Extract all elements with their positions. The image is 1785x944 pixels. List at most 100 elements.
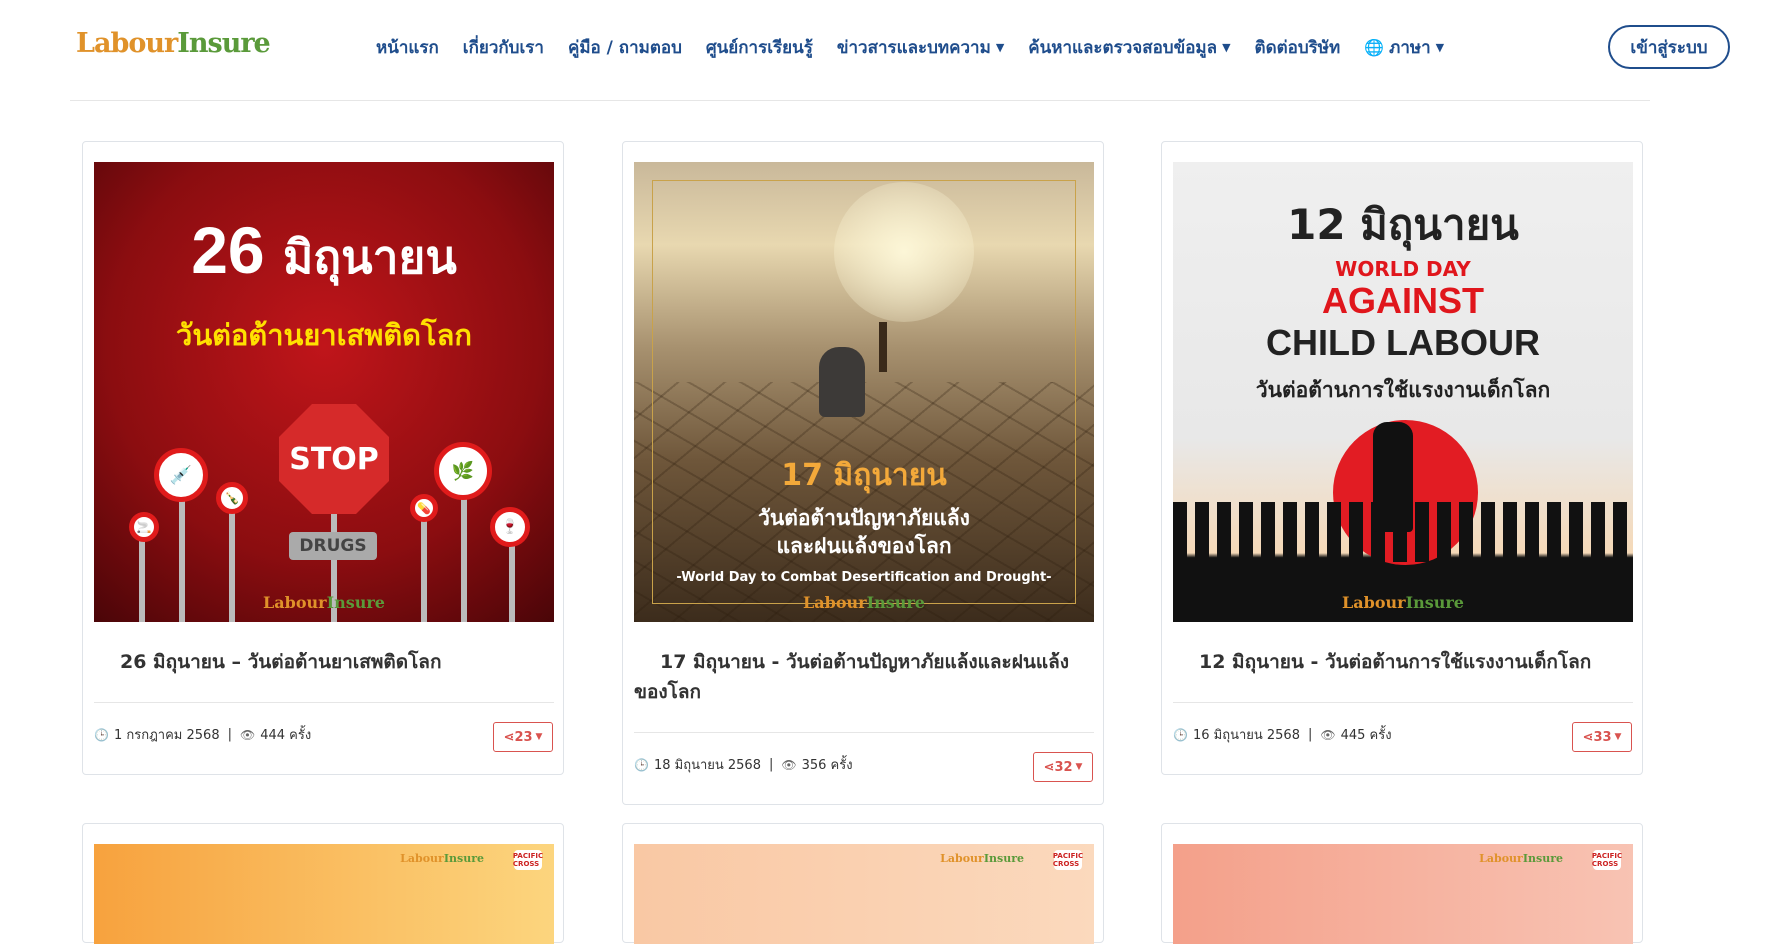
poster-line2: และฝนแล้งของโลก (776, 534, 952, 558)
menu-manual-label: คู่มือ / ถามตอบ (567, 38, 682, 58)
share-button[interactable]: ⋖ 33 ▼ (1572, 722, 1632, 752)
article-date: 18 มิถุนายน 2568 (653, 758, 761, 773)
article-image[interactable]: 12 มิถุนายน WORLD DAY AGAINST CHILD LABO… (1173, 162, 1633, 622)
poster-watermark: LabourInsure (400, 852, 484, 865)
poster-line1: WORLD DAY (1335, 257, 1471, 281)
no-alcohol-icon: 🍾 (216, 482, 248, 514)
menu-contact-label: ติดต่อบริษัท (1254, 38, 1341, 58)
article-title[interactable]: 26 มิถุนายน – วันต่อต้านยาเสพติดโลก (94, 647, 554, 677)
share-icon: ⋖ (1582, 729, 1594, 745)
partner-logo: PACIFIC CROSS (512, 850, 544, 870)
no-syringe-icon: 💉 (154, 448, 208, 502)
share-button[interactable]: ⋖ 23 ▼ (493, 722, 553, 752)
article-image[interactable]: 17 มิถุนายน วันต่อต้านปัญหาภัยแล้ง และฝน… (634, 162, 1094, 622)
article-card[interactable]: 26 มิถุนายน วันต่อต้านยาเสพติดโลก STOP D… (82, 141, 564, 775)
top-navigation: LabourInsure หน้าแรก เกี่ยวกับเรา คู่มือ… (0, 0, 1785, 100)
poster-month: มิถุนายน (282, 231, 457, 283)
poster-watermark: LabourInsure (1479, 852, 1563, 865)
no-smoking-icon: 🚬 (129, 512, 159, 542)
no-pills-icon: 💊 (410, 494, 438, 522)
partner-logo: PACIFIC CROSS (1052, 850, 1084, 870)
poster-line4: วันต่อต้านการใช้แรงงานเด็กโลก (1255, 378, 1551, 402)
clock-icon: 🕒 (94, 727, 109, 742)
share-button[interactable]: ⋖ 32 ▼ (1033, 752, 1093, 782)
poster-watermark: LabourInsure (1173, 593, 1633, 612)
clock-icon: 🕒 (1173, 727, 1188, 742)
menu-contact[interactable]: ติดต่อบริษัท (1255, 34, 1341, 61)
menu-home-label: หน้าแรก (376, 38, 439, 58)
poster-line2: AGAINST (1322, 280, 1484, 321)
menu-about-label: เกี่ยวกับเรา (462, 38, 544, 58)
article-title[interactable]: 17 มิถุนายน - วันต่อต้านปัญหาภัยแล้งและฝ… (634, 647, 1094, 707)
menu-search[interactable]: ค้นหาและตรวจสอบข้อมูล ▼ (1028, 34, 1230, 61)
logo-part-labour: Labour (76, 28, 178, 59)
poster-day: 26 (191, 213, 265, 287)
stop-sign-icon: STOP (279, 404, 389, 514)
menu-about[interactable]: เกี่ยวกับเรา (463, 34, 544, 61)
menu-manual[interactable]: คู่มือ / ถามตอบ (568, 34, 682, 61)
watermark-insure: Insure (326, 593, 385, 612)
menu-learning[interactable]: ศูนย์การเรียนรู้ (706, 34, 813, 61)
watermark-labour: Labour (400, 852, 444, 865)
article-card[interactable]: 12 มิถุนายน WORLD DAY AGAINST CHILD LABO… (1161, 141, 1643, 775)
article-image[interactable]: LabourInsure PACIFIC CROSS (1173, 844, 1633, 944)
article-date: 16 มิถุนายน 2568 (1192, 728, 1300, 743)
menu-search-label: ค้นหาและตรวจสอบข้อมูล (1028, 38, 1218, 58)
poster-date: 17 มิถุนายน (781, 458, 947, 493)
watermark-insure: Insure (443, 852, 484, 865)
watermark-labour: Labour (803, 593, 867, 612)
article-card[interactable]: LabourInsure PACIFIC CROSS (622, 823, 1104, 944)
article-views: 445 ครั้ง (1340, 728, 1392, 743)
menu-home[interactable]: หน้าแรก (376, 34, 439, 61)
eye-icon: 👁 (1320, 727, 1336, 742)
article-meta: 🕒 18 มิถุนายน 2568 | 👁 356 ครั้ง (634, 754, 853, 775)
clock-icon: 🕒 (634, 757, 649, 772)
menu-news-label: ข่าวสารและบทความ (836, 38, 991, 58)
poster-line3: CHILD LABOUR (1266, 322, 1540, 363)
chevron-down-icon: ▼ (1075, 762, 1083, 772)
article-image[interactable]: 26 มิถุนายน วันต่อต้านยาเสพติดโลก STOP D… (94, 162, 554, 622)
site-logo[interactable]: LabourInsure (76, 28, 271, 59)
share-icon: ⋖ (503, 729, 515, 745)
article-card[interactable]: LabourInsure PACIFIC CROSS (82, 823, 564, 944)
article-image[interactable]: LabourInsure PACIFIC CROSS (94, 844, 554, 944)
poster-subtitle: วันต่อต้านยาเสพติดโลก (176, 318, 472, 352)
logo-part-insure: Insure (177, 28, 270, 59)
chevron-down-icon: ▼ (1222, 41, 1231, 54)
child-silhouette (1373, 422, 1413, 532)
poster-date: 26 มิถุนายน (94, 212, 554, 294)
menu-news[interactable]: ข่าวสารและบทความ ▼ (837, 34, 1004, 61)
menu-language[interactable]: 🌐 ภาษา ▼ (1364, 34, 1444, 61)
poster-date: 12 มิถุนายน (1287, 200, 1519, 249)
watermark-labour: Labour (263, 593, 327, 612)
article-card[interactable]: 17 มิถุนายน วันต่อต้านปัญหาภัยแล้ง และฝน… (622, 141, 1104, 805)
card-divider (634, 732, 1094, 733)
login-button[interactable]: เข้าสู่ระบบ (1608, 25, 1730, 69)
eye-icon: 👁 (781, 757, 797, 772)
chevron-down-icon: ▼ (535, 732, 543, 742)
card-divider (94, 702, 554, 703)
eye-icon: 👁 (239, 727, 256, 742)
meta-separator: | (227, 727, 232, 742)
header-divider (70, 100, 1650, 101)
article-meta: 🕒 1 กรกฎาคม 2568 | 👁 444 ครั้ง (94, 724, 311, 745)
article-date: 1 กรกฎาคม 2568 (113, 728, 220, 743)
watermark-insure: Insure (866, 593, 925, 612)
main-menu: หน้าแรก เกี่ยวกับเรา คู่มือ / ถามตอบ ศูน… (376, 34, 1468, 61)
no-cannabis-icon: 🌿 (434, 442, 492, 500)
no-alcohol-icon: 🍷 (490, 507, 530, 547)
drugs-sign: DRUGS (289, 532, 377, 560)
card-divider (1173, 702, 1633, 703)
share-count: 32 (1054, 759, 1073, 775)
article-views: 444 ครั้ง (260, 728, 312, 743)
article-card[interactable]: LabourInsure PACIFIC CROSS (1161, 823, 1643, 944)
share-count: 33 (1593, 729, 1612, 745)
article-image[interactable]: LabourInsure PACIFIC CROSS (634, 844, 1094, 944)
globe-icon: 🌐 (1364, 38, 1385, 57)
watermark-labour: Labour (1479, 852, 1523, 865)
meta-separator: | (768, 757, 774, 772)
watermark-labour: Labour (940, 852, 984, 865)
poster-watermark: LabourInsure (94, 593, 554, 612)
poster-watermark: LabourInsure (634, 593, 1094, 612)
article-title[interactable]: 12 มิถุนายน - วันต่อต้านการใช้แรงงานเด็ก… (1173, 647, 1633, 677)
